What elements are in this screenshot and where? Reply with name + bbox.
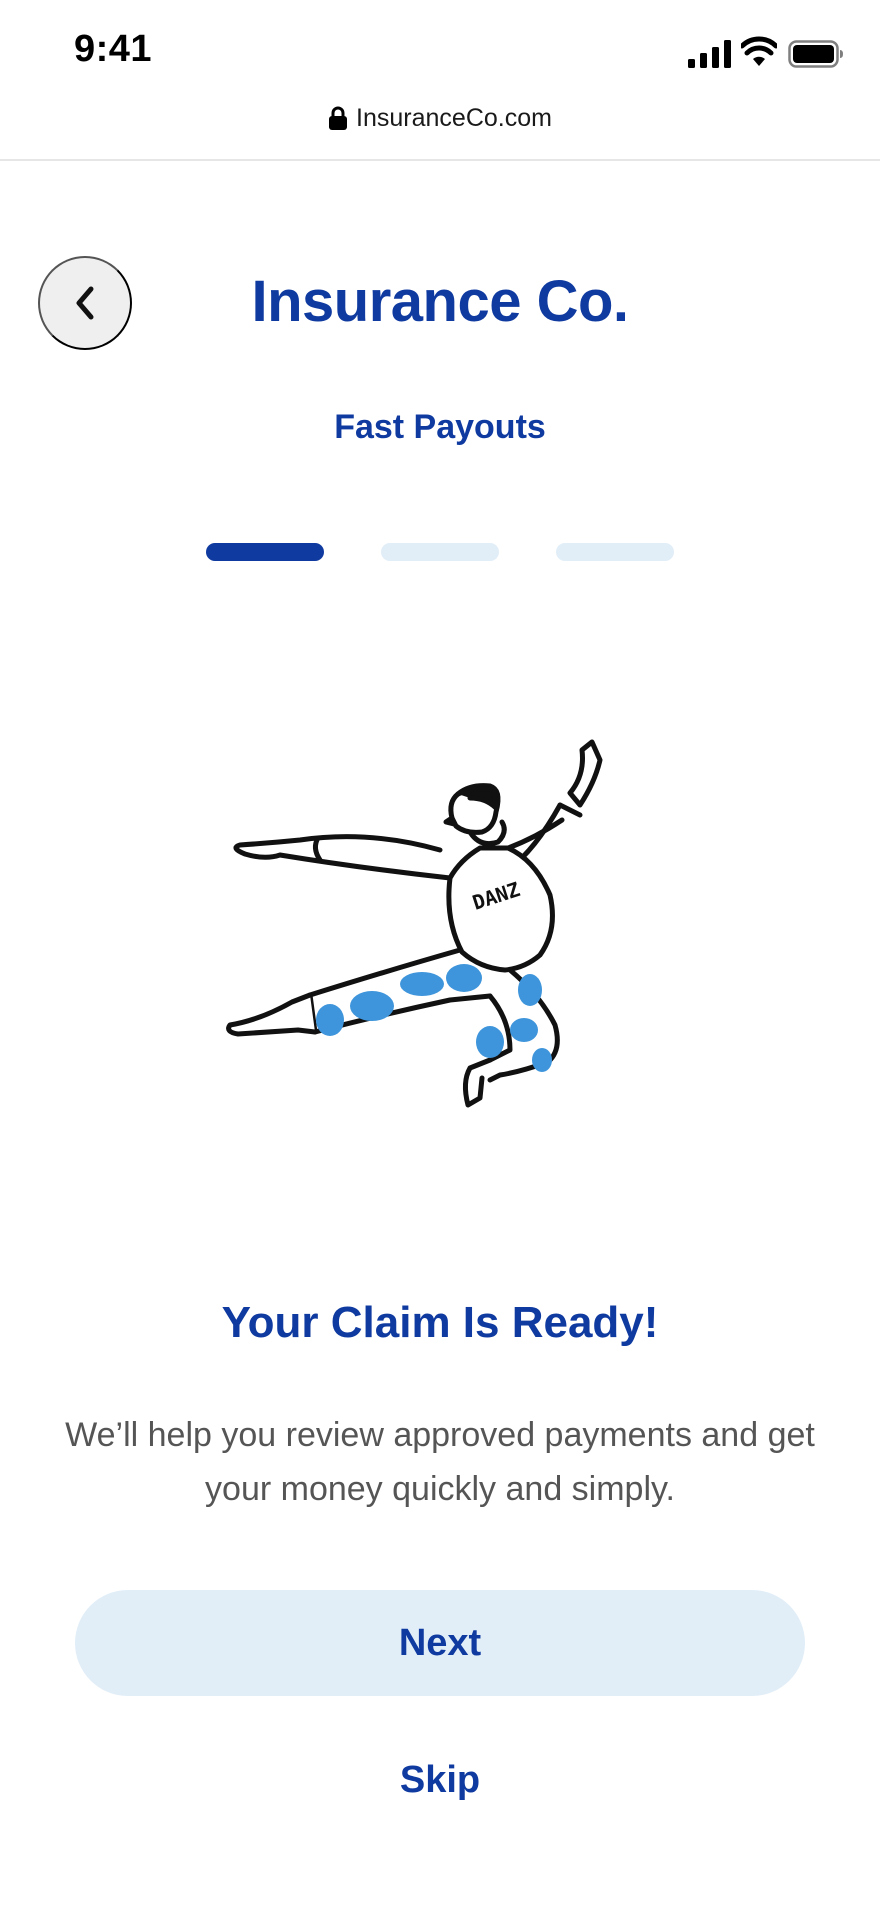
progress-step bbox=[381, 543, 499, 561]
address-bar[interactable]: InsuranceCo.com bbox=[0, 95, 880, 141]
dancing-man-illustration: DANZ bbox=[226, 739, 603, 1108]
claim-heading: Your Claim Is Ready! bbox=[221, 1298, 659, 1347]
wifi-icon bbox=[741, 36, 777, 66]
battery-icon bbox=[788, 40, 843, 68]
step-progress bbox=[206, 543, 674, 561]
url-text: InsuranceCo.com bbox=[356, 103, 552, 132]
skip-button[interactable]: Skip bbox=[340, 1750, 540, 1810]
lock-icon bbox=[329, 106, 348, 130]
brand-title: Insurance Co. bbox=[251, 269, 629, 334]
signal-icon bbox=[688, 40, 731, 68]
status-time: 9:41 bbox=[74, 28, 153, 70]
onboarding-screen: 9:41 InsuranceCo.com Insurance Co. Fast … bbox=[0, 0, 880, 1906]
progress-step bbox=[556, 543, 674, 561]
progress-step bbox=[206, 543, 324, 561]
next-button[interactable]: Next bbox=[75, 1590, 805, 1696]
claim-description: We’ll help you review approved payments … bbox=[65, 1416, 815, 1508]
status-bar: 9:41 bbox=[0, 0, 880, 100]
address-bar-divider bbox=[0, 159, 880, 161]
page-subtitle: Fast Payouts bbox=[334, 408, 546, 446]
